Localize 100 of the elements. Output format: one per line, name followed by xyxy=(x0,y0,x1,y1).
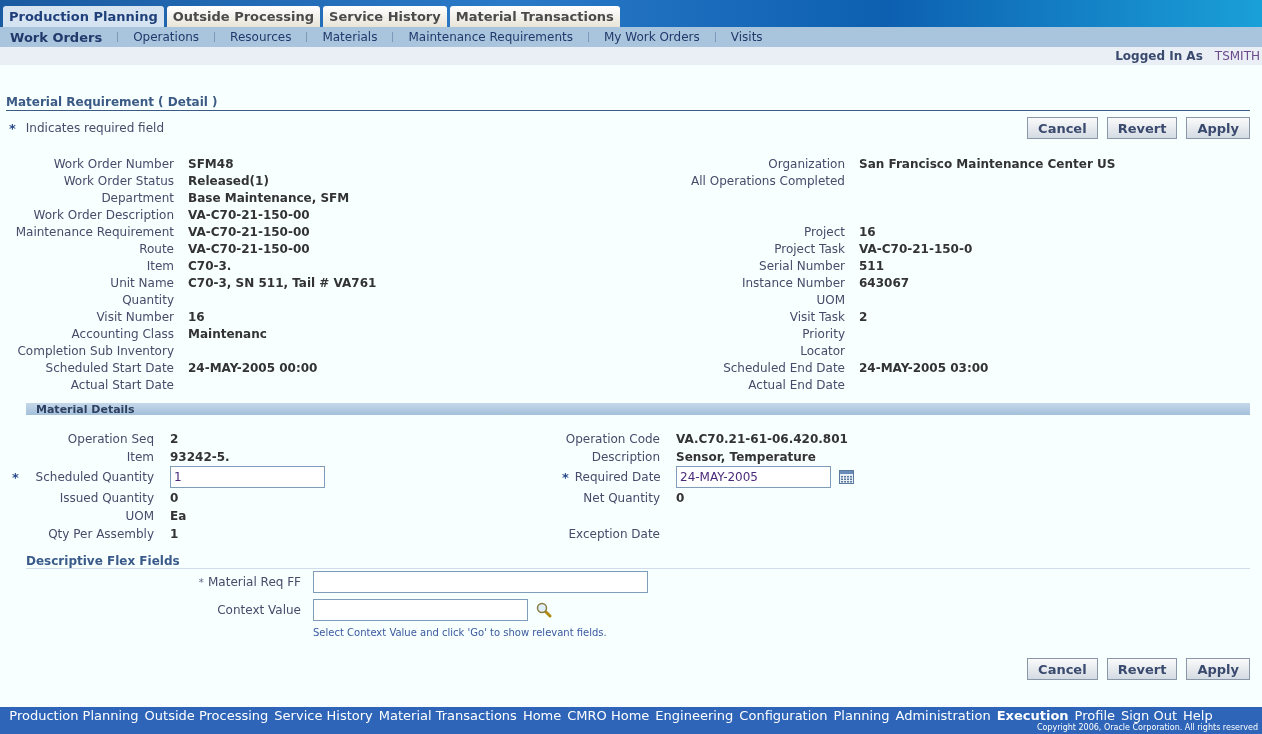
field-label: Accounting Class xyxy=(71,326,174,341)
field-label: Qty Per Assembly xyxy=(48,526,154,541)
input-field[interactable] xyxy=(313,599,528,621)
field-label: Priority xyxy=(802,326,845,341)
action-button[interactable]: Cancel xyxy=(1027,658,1098,680)
action-button[interactable]: Apply xyxy=(1186,658,1250,680)
footer-link[interactable]: Home xyxy=(522,708,562,723)
footer-link[interactable]: Configuration xyxy=(739,708,828,723)
field-label: Net Quantity xyxy=(583,490,660,505)
field-value: C70-3. xyxy=(188,258,232,273)
action-button[interactable]: Revert xyxy=(1106,117,1178,139)
field-value: VA.C70.21-61-06.420.801 xyxy=(676,431,848,446)
required-mark: * xyxy=(198,575,204,589)
date-field[interactable]: 24-MAY-2005 xyxy=(676,466,831,488)
footer-link[interactable]: Profile xyxy=(1074,708,1115,723)
field-label: Work Order Number xyxy=(53,156,174,171)
action-button[interactable]: Revert xyxy=(1106,658,1178,680)
input-field[interactable] xyxy=(313,571,648,593)
footer-link[interactable]: Administration xyxy=(895,708,991,723)
field-label: Project xyxy=(803,224,845,239)
field-label: Project Task xyxy=(774,241,845,256)
field-value: 93242-5. xyxy=(170,449,230,464)
field-label: Maintenance Requirement xyxy=(15,224,174,239)
subtab[interactable]: Materials xyxy=(322,30,378,44)
search-icon[interactable] xyxy=(536,602,552,618)
field-label: Item xyxy=(146,258,174,273)
field-label: Locator xyxy=(800,343,845,358)
copyright-text: Copyright 2006, Oracle Corporation. All rights reserved xyxy=(1036,723,1259,732)
subtab[interactable]: Visits xyxy=(730,30,763,44)
field-value: C70-3, SN 511, Tail # VA761 xyxy=(188,275,377,290)
field-value: SFM48 xyxy=(188,156,234,171)
field-label: Context Value xyxy=(217,603,301,617)
field-label: Material Req FF xyxy=(208,575,301,589)
field-label: Operation Code xyxy=(565,431,660,446)
footer-link[interactable]: Material Transactions xyxy=(378,708,517,723)
user-name: TSMITH xyxy=(1214,49,1260,63)
field-label: Route xyxy=(139,241,174,256)
field-label: Organization xyxy=(768,156,845,171)
field-value: VA-C70-21-150-00 xyxy=(188,224,310,239)
field-value: 2 xyxy=(859,309,868,324)
required-mark: * xyxy=(562,469,570,485)
tab[interactable]: Service History xyxy=(323,6,447,27)
footer-link[interactable]: Planning xyxy=(833,708,890,723)
required-mark: * xyxy=(12,469,20,485)
subtab[interactable]: Operations xyxy=(133,30,200,44)
footer-link[interactable]: Service History xyxy=(274,708,373,723)
field-value: 643067 xyxy=(859,275,910,290)
footer-link[interactable]: CMRO Home xyxy=(567,708,650,723)
user-label: Logged In As xyxy=(1115,49,1203,63)
field-label: Actual End Date xyxy=(748,377,845,392)
footer-link[interactable]: Production Planning xyxy=(9,708,139,723)
calendar-icon[interactable] xyxy=(839,470,854,484)
field-label: Serial Number xyxy=(759,258,845,273)
footer-link[interactable]: Outside Processing xyxy=(144,708,269,723)
field-value: 0 xyxy=(170,490,179,505)
field-label: Unit Name xyxy=(110,275,174,290)
footer-link[interactable]: Sign Out xyxy=(1121,708,1178,723)
field-value: Sensor, Temperature xyxy=(676,449,816,464)
subtab[interactable]: Resources xyxy=(230,30,292,44)
field-label: Instance Number xyxy=(741,275,845,290)
tab[interactable]: Production Planning xyxy=(3,6,164,27)
field-label: Issued Quantity xyxy=(59,490,154,505)
field-label: Required Date xyxy=(574,470,661,484)
field-label: Scheduled End Date xyxy=(723,360,845,375)
action-button[interactable]: Cancel xyxy=(1027,117,1098,139)
subtab[interactable]: Work Orders xyxy=(10,29,103,45)
field-label: Quantity xyxy=(122,292,174,307)
field-label: Department xyxy=(101,190,174,205)
field-label: Completion Sub Inventory xyxy=(17,343,174,358)
field-value: 0 xyxy=(676,490,685,505)
required-mark: * xyxy=(9,120,16,136)
action-button[interactable]: Apply xyxy=(1186,117,1250,139)
field-label: Visit Task xyxy=(789,309,845,324)
field-value: San Francisco Maintenance Center US xyxy=(859,156,1116,171)
footer-link[interactable]: Execution xyxy=(996,708,1069,723)
field-value: VA-C70-21-150-00 xyxy=(188,207,310,222)
input-field[interactable]: 1 xyxy=(170,466,325,488)
footer-link[interactable]: Engineering xyxy=(655,708,734,723)
field-value: Maintenanc xyxy=(188,326,267,341)
field-value: 16 xyxy=(859,224,876,239)
field-value: 2 xyxy=(170,431,179,446)
tab[interactable]: Material Transactions xyxy=(449,6,620,27)
subtab[interactable]: Maintenance Requirements xyxy=(408,30,573,44)
field-value: VA-C70-21-150-0 xyxy=(859,241,973,256)
subtab[interactable]: My Work Orders xyxy=(603,30,700,44)
field-label: Operation Seq xyxy=(67,431,154,446)
footer-link[interactable]: Help xyxy=(1183,708,1213,723)
field-value: Released(1) xyxy=(188,173,269,188)
field-label: UOM xyxy=(125,508,154,523)
field-value: Base Maintenance, SFM xyxy=(188,190,350,205)
tab[interactable]: Outside Processing xyxy=(166,6,321,27)
section-header: Material Details xyxy=(26,403,1250,415)
field-value: 16 xyxy=(188,309,205,324)
field-value: 1 xyxy=(170,526,179,541)
field-label: Exception Date xyxy=(568,526,660,541)
field-value: 24-MAY-2005 00:00 xyxy=(188,360,318,375)
field-value: 24-MAY-2005 03:00 xyxy=(859,360,989,375)
field-label: Scheduled Quantity xyxy=(35,470,154,484)
field-label: Description xyxy=(591,449,660,464)
section-header: Descriptive Flex Fields xyxy=(26,554,1250,569)
